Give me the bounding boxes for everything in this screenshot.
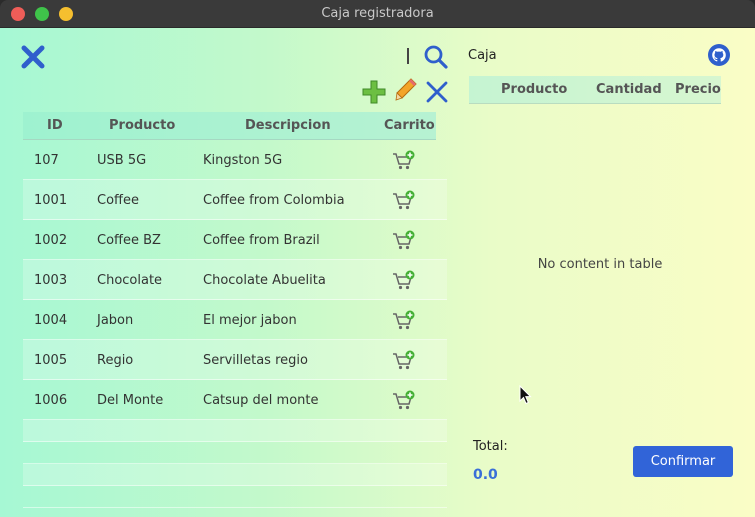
add-to-cart-icon[interactable] xyxy=(392,390,416,412)
add-to-cart-icon[interactable] xyxy=(392,150,416,172)
total-label: Total: xyxy=(473,439,508,454)
edit-icon[interactable] xyxy=(394,77,418,103)
table-row[interactable]: 1005 Regio Servilletas regio xyxy=(23,340,447,380)
caja-table-header: Producto Cantidad Precio xyxy=(469,76,721,104)
column-header-carrito[interactable]: Carrito xyxy=(384,118,435,133)
caja-column-header-precio[interactable]: Precio xyxy=(675,82,721,97)
add-icon[interactable] xyxy=(361,79,387,105)
cell-descripcion: Catsup del monte xyxy=(203,393,319,408)
cell-descripcion: Servilletas regio xyxy=(203,353,308,368)
cell-id: 1006 xyxy=(34,393,68,408)
app-window: Caja registradora ID Producto Descripcio… xyxy=(0,0,755,517)
cell-id: 107 xyxy=(34,153,59,168)
table-row[interactable]: 1001 Coffee Coffee from Colombia xyxy=(23,180,447,220)
empty-table-row xyxy=(23,486,447,508)
add-to-cart-icon[interactable] xyxy=(392,350,416,372)
products-table-body: 107 USB 5G Kingston 5G 1001 Coffee Coffe… xyxy=(23,140,447,508)
column-header-id[interactable]: ID xyxy=(47,118,63,133)
cell-producto: Del Monte xyxy=(97,393,164,408)
cell-descripcion: Coffee from Colombia xyxy=(203,193,345,208)
table-row[interactable]: 1002 Coffee BZ Coffee from Brazil xyxy=(23,220,447,260)
window-title: Caja registradora xyxy=(321,6,434,21)
cell-descripcion: Coffee from Brazil xyxy=(203,233,320,248)
total-value: 0.0 xyxy=(473,467,498,483)
caja-column-header-cantidad[interactable]: Cantidad xyxy=(596,82,662,97)
cell-producto: Coffee xyxy=(97,193,139,208)
confirm-button[interactable]: Confirmar xyxy=(633,446,733,477)
toolbar-separator xyxy=(407,48,409,64)
add-to-cart-icon[interactable] xyxy=(392,270,416,292)
cell-id: 1005 xyxy=(34,353,68,368)
delete-icon[interactable] xyxy=(424,79,450,105)
github-icon[interactable] xyxy=(707,43,731,67)
products-table-header: ID Producto Descripcion Carrito xyxy=(23,112,436,140)
cell-producto: Regio xyxy=(97,353,134,368)
table-row[interactable]: 1003 Chocolate Chocolate Abuelita xyxy=(23,260,447,300)
empty-table-row xyxy=(23,442,447,464)
caja-empty-placeholder: No content in table xyxy=(537,257,663,272)
cell-id: 1002 xyxy=(34,233,68,248)
search-icon[interactable] xyxy=(423,44,449,70)
main-panel: ID Producto Descripcion Carrito 107 USB … xyxy=(0,28,755,517)
column-header-producto[interactable]: Producto xyxy=(109,118,175,133)
cell-descripcion: El mejor jabon xyxy=(203,313,297,328)
table-row[interactable]: 1006 Del Monte Catsup del monte xyxy=(23,380,447,420)
column-header-descripcion[interactable]: Descripcion xyxy=(245,118,331,133)
cell-producto: Jabon xyxy=(97,313,134,328)
add-to-cart-icon[interactable] xyxy=(392,230,416,252)
cell-producto: Chocolate xyxy=(97,273,163,288)
table-row[interactable]: 107 USB 5G Kingston 5G xyxy=(23,140,447,180)
cell-descripcion: Kingston 5G xyxy=(203,153,283,168)
close-icon[interactable] xyxy=(20,44,46,70)
cell-id: 1001 xyxy=(34,193,68,208)
caja-column-header-producto[interactable]: Producto xyxy=(501,82,567,97)
cell-producto: USB 5G xyxy=(97,153,147,168)
cell-descripcion: Chocolate Abuelita xyxy=(203,273,326,288)
cell-producto: Coffee BZ xyxy=(97,233,161,248)
table-row[interactable]: 1004 Jabon El mejor jabon xyxy=(23,300,447,340)
cell-id: 1003 xyxy=(34,273,68,288)
add-to-cart-icon[interactable] xyxy=(392,310,416,332)
empty-table-row xyxy=(23,420,447,442)
products-table: ID Producto Descripcion Carrito 107 USB … xyxy=(23,112,447,508)
cell-id: 1004 xyxy=(34,313,68,328)
empty-table-row xyxy=(23,464,447,486)
add-to-cart-icon[interactable] xyxy=(392,190,416,212)
title-bar: Caja registradora xyxy=(0,0,755,28)
mouse-cursor-icon xyxy=(519,385,532,405)
caja-label: Caja xyxy=(468,48,497,63)
